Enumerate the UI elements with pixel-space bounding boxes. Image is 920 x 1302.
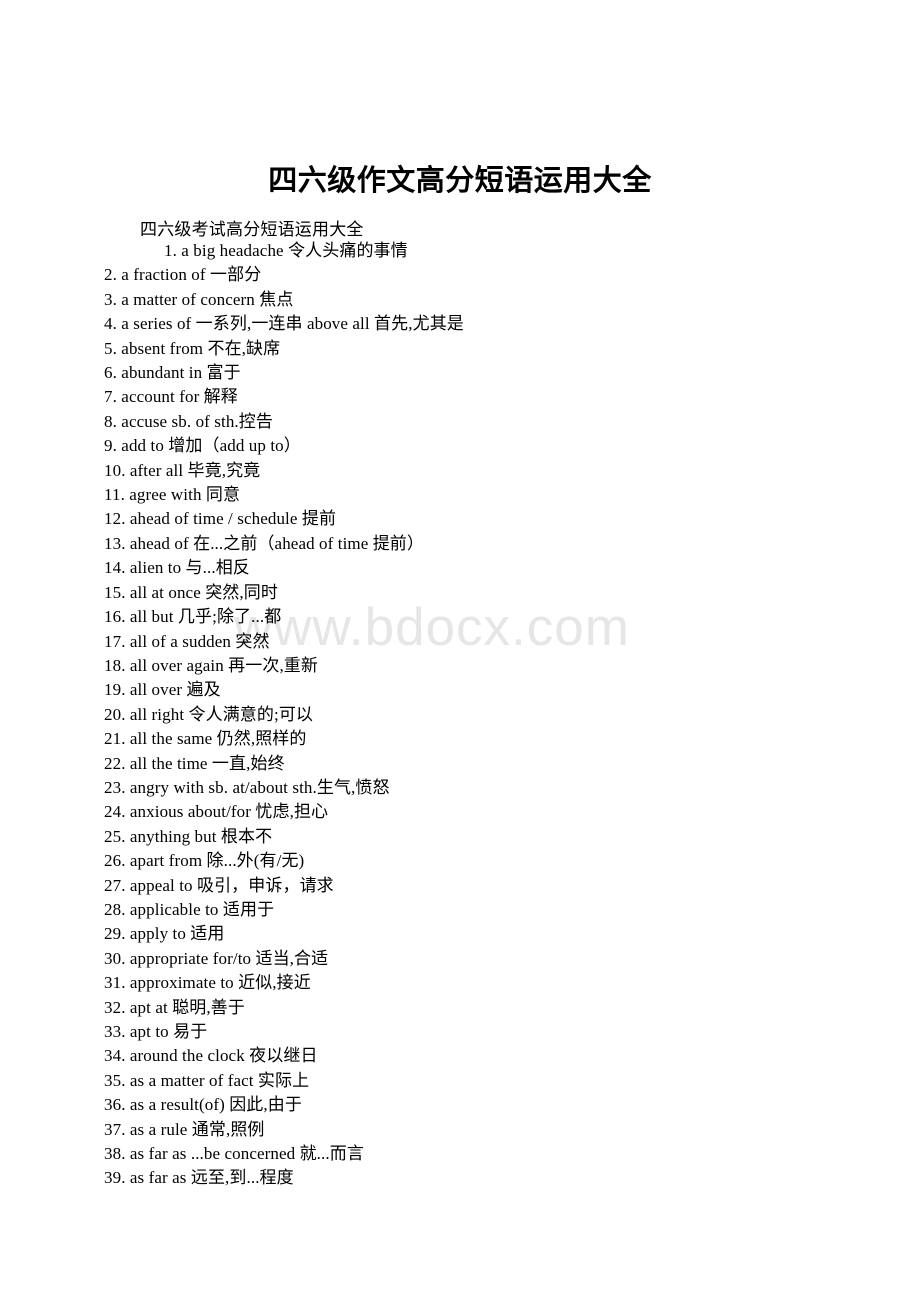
list-item: 17. all of a sudden 突然 <box>104 631 270 651</box>
list-item: 12. ahead of time / schedule 提前 <box>104 509 337 529</box>
list-item: 36. as a result(of) 因此,由于 <box>104 1095 302 1115</box>
list-item: 10. after all 毕竟,究竟 <box>104 460 261 480</box>
list-item: 23. angry with sb. at/about sth.生气,愤怒 <box>104 777 390 797</box>
list-item: 13. ahead of 在...之前（ahead of time 提前） <box>104 533 425 553</box>
list-item: 19. all over 遍及 <box>104 680 221 700</box>
list-item: 3. a matter of concern 焦点 <box>104 289 294 309</box>
list-item: 22. all the time 一直,始终 <box>104 753 285 773</box>
page-title: 四六级作文高分短语运用大全 <box>268 165 652 198</box>
list-item: 11. agree with 同意 <box>104 485 241 505</box>
list-item: 38. as far as ...be concerned 就...而言 <box>104 1144 364 1164</box>
list-item: 20. all right 令人满意的;可以 <box>104 704 314 724</box>
list-item: 33. apt to 易于 <box>104 1022 208 1041</box>
list-item: 18. all over again 再一次,重新 <box>104 655 319 675</box>
list-item: 37. as a rule 通常,照例 <box>104 1119 265 1139</box>
list-item: 14. alien to 与...相反 <box>104 558 250 578</box>
list-item: 35. as a matter of fact 实际上 <box>104 1070 310 1090</box>
list-item: 28. applicable to 适用于 <box>104 899 275 919</box>
list-item: 1. a big headache 令人头痛的事情 <box>164 241 408 260</box>
list-item: 4. a series of 一系列,一连串 above all 首先,尤其是 <box>104 314 464 334</box>
list-item: 2. a fraction of 一部分 <box>104 265 262 285</box>
list-item: 29. apply to 适用 <box>104 924 225 944</box>
list-item: 8. accuse sb. of sth.控告 <box>104 411 273 431</box>
list-item: 34. around the clock 夜以继日 <box>104 1046 318 1066</box>
list-item: 32. apt at 聪明,善于 <box>104 997 245 1017</box>
list-item: 7. account for 解释 <box>104 387 238 407</box>
list-item: 25. anything but 根本不 <box>104 826 273 846</box>
list-item: 26. apart from 除...外(有/无) <box>104 851 305 871</box>
phrase-list: 1. a big headache 令人头痛的事情 2. a fraction o… <box>104 239 874 1191</box>
list-item: 6. abundant in 富于 <box>104 363 241 383</box>
list-item: 5. absent from 不在,缺席 <box>104 338 281 358</box>
list-item: 9. add to 增加（add up to） <box>104 436 301 456</box>
list-item: 21. all the same 仍然,照样的 <box>104 729 307 749</box>
list-item: 15. all at once 突然,同时 <box>104 582 278 602</box>
list-item: 24. anxious about/for 忧虑,担心 <box>104 802 329 822</box>
document-page: www.bdocx.com 四六级作文高分短语运用大全 四六级考试高分短语运用大… <box>0 0 920 1302</box>
list-item: 16. all but 几乎;除了...都 <box>104 607 282 627</box>
list-item: 30. appropriate for/to 适当,合适 <box>104 948 329 968</box>
list-item: 27. appeal to 吸引，申诉，请求 <box>104 875 334 895</box>
list-item: 31. approximate to 近似,接近 <box>104 973 311 993</box>
list-item: 39. as far as 远至,到...程度 <box>104 1168 294 1188</box>
